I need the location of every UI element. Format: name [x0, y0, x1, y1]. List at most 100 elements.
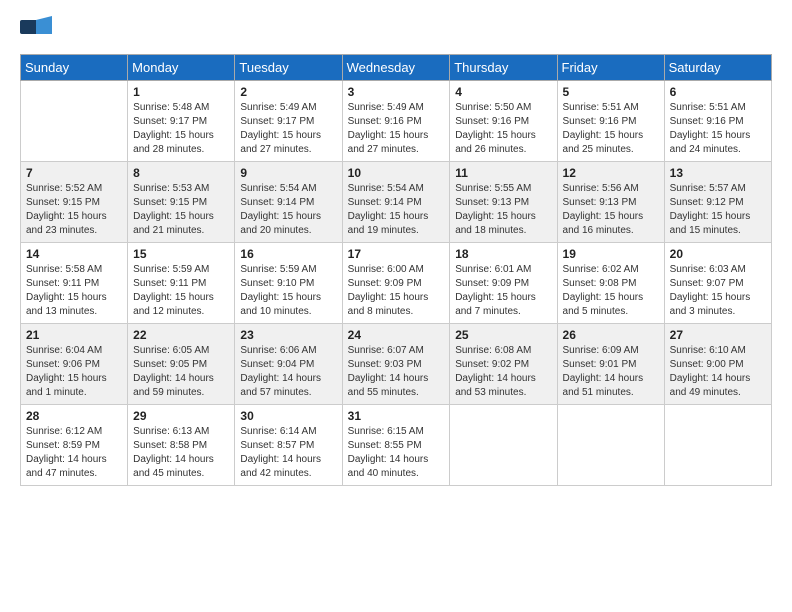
day-info: Sunrise: 5:49 AMSunset: 9:17 PMDaylight:…: [240, 101, 336, 157]
day-info: Sunrise: 5:59 AMSunset: 9:11 PMDaylight:…: [133, 263, 229, 319]
weekday-header-row: SundayMondayTuesdayWednesdayThursdayFrid…: [21, 55, 772, 81]
calendar-cell: 6Sunrise: 5:51 AMSunset: 9:16 PMDaylight…: [664, 81, 771, 162]
day-info: Sunrise: 5:52 AMSunset: 9:15 PMDaylight:…: [26, 182, 122, 238]
day-number: 4: [455, 85, 551, 99]
day-number: 8: [133, 166, 229, 180]
calendar-cell: 21 Sunrise: 6:04 AMSunset: 9:06 PMDayligh…: [21, 324, 128, 405]
day-number: 12: [563, 166, 659, 180]
day-info: Sunrise: 5:58 AMSunset: 9:11 PMDaylight:…: [26, 263, 122, 319]
calendar-cell: 29 Sunrise: 6:13 AMSunset: 8:58 PMDayligh…: [128, 405, 235, 486]
weekday-header-cell: Friday: [557, 55, 664, 81]
day-info: Sunrise: 5:51 AMSunset: 9:16 PMDaylight:…: [670, 101, 766, 157]
day-info: Sunrise: 6:04 AMSunset: 9:06 PMDaylight:…: [26, 344, 122, 400]
day-number: 15: [133, 247, 229, 261]
day-number: 17: [348, 247, 445, 261]
calendar-cell: 25Sunrise: 6:08 AMSunset: 9:02 PMDayligh…: [450, 324, 557, 405]
day-info: Sunrise: 5:51 AMSunset: 9:16 PMDaylight:…: [563, 101, 659, 157]
calendar-cell: 26 Sunrise: 6:09 AMSunset: 9:01 PMDayligh…: [557, 324, 664, 405]
calendar-cell: 4 Sunrise: 5:50 AMSunset: 9:16 PMDaylight…: [450, 81, 557, 162]
calendar-cell: 19Sunrise: 6:02 AMSunset: 9:08 PMDayligh…: [557, 243, 664, 324]
day-number: 28: [26, 409, 122, 423]
calendar-body: 1 Sunrise: 5:48 AMSunset: 9:17 PMDaylight…: [21, 81, 772, 486]
weekday-header-cell: Wednesday: [342, 55, 450, 81]
calendar-cell: 14Sunrise: 5:58 AMSunset: 9:11 PMDayligh…: [21, 243, 128, 324]
day-number: 5: [563, 85, 659, 99]
calendar-cell: 9Sunrise: 5:54 AMSunset: 9:14 PMDaylight…: [235, 162, 342, 243]
calendar-cell: 3 Sunrise: 5:49 AMSunset: 9:16 PMDaylight…: [342, 81, 450, 162]
calendar-cell: 1 Sunrise: 5:48 AMSunset: 9:17 PMDaylight…: [128, 81, 235, 162]
calendar-week-row: 1 Sunrise: 5:48 AMSunset: 9:17 PMDaylight…: [21, 81, 772, 162]
calendar-cell: [664, 405, 771, 486]
day-number: 10: [348, 166, 445, 180]
day-info: Sunrise: 6:09 AMSunset: 9:01 PMDaylight:…: [563, 344, 659, 400]
day-info: Sunrise: 6:08 AMSunset: 9:02 PMDaylight:…: [455, 344, 551, 400]
day-number: 30: [240, 409, 336, 423]
day-number: 31: [348, 409, 445, 423]
day-info: Sunrise: 5:59 AMSunset: 9:10 PMDaylight:…: [240, 263, 336, 319]
day-number: 22: [133, 328, 229, 342]
day-number: 1: [133, 85, 229, 99]
day-info: Sunrise: 6:14 AMSunset: 8:57 PMDaylight:…: [240, 425, 336, 481]
day-number: 7: [26, 166, 122, 180]
day-number: 26: [563, 328, 659, 342]
day-info: Sunrise: 5:56 AMSunset: 9:13 PMDaylight:…: [563, 182, 659, 238]
calendar-cell: 13 Sunrise: 5:57 AMSunset: 9:12 PMDayligh…: [664, 162, 771, 243]
day-number: 23: [240, 328, 336, 342]
calendar-cell: 16 Sunrise: 5:59 AMSunset: 9:10 PMDayligh…: [235, 243, 342, 324]
day-number: 27: [670, 328, 766, 342]
calendar-cell: 31 Sunrise: 6:15 AMSunset: 8:55 PMDayligh…: [342, 405, 450, 486]
day-info: Sunrise: 6:13 AMSunset: 8:58 PMDaylight:…: [133, 425, 229, 481]
calendar-cell: 11 Sunrise: 5:55 AMSunset: 9:13 PMDayligh…: [450, 162, 557, 243]
day-number: 19: [563, 247, 659, 261]
calendar-cell: [450, 405, 557, 486]
calendar-cell: 24 Sunrise: 6:07 AMSunset: 9:03 PMDayligh…: [342, 324, 450, 405]
weekday-header-cell: Monday: [128, 55, 235, 81]
calendar-cell: 28 Sunrise: 6:12 AMSunset: 8:59 PMDayligh…: [21, 405, 128, 486]
day-number: 20: [670, 247, 766, 261]
calendar-cell: 12 Sunrise: 5:56 AMSunset: 9:13 PMDayligh…: [557, 162, 664, 243]
calendar-cell: 2 Sunrise: 5:49 AMSunset: 9:17 PMDaylight…: [235, 81, 342, 162]
page: SundayMondayTuesdayWednesdayThursdayFrid…: [0, 0, 792, 612]
calendar-cell: 27Sunrise: 6:10 AMSunset: 9:00 PMDayligh…: [664, 324, 771, 405]
calendar-cell: 22 Sunrise: 6:05 AMSunset: 9:05 PMDayligh…: [128, 324, 235, 405]
day-number: 21: [26, 328, 122, 342]
day-info: Sunrise: 6:12 AMSunset: 8:59 PMDaylight:…: [26, 425, 122, 481]
calendar-cell: 18Sunrise: 6:01 AMSunset: 9:09 PMDayligh…: [450, 243, 557, 324]
day-info: Sunrise: 6:06 AMSunset: 9:04 PMDaylight:…: [240, 344, 336, 400]
weekday-header-cell: Tuesday: [235, 55, 342, 81]
day-number: 18: [455, 247, 551, 261]
calendar-cell: 20 Sunrise: 6:03 AMSunset: 9:07 PMDayligh…: [664, 243, 771, 324]
day-info: Sunrise: 5:57 AMSunset: 9:12 PMDaylight:…: [670, 182, 766, 238]
day-number: 13: [670, 166, 766, 180]
day-info: Sunrise: 6:03 AMSunset: 9:07 PMDaylight:…: [670, 263, 766, 319]
day-info: Sunrise: 6:15 AMSunset: 8:55 PMDaylight:…: [348, 425, 445, 481]
calendar-week-row: 7 Sunrise: 5:52 AMSunset: 9:15 PMDaylight…: [21, 162, 772, 243]
day-info: Sunrise: 5:50 AMSunset: 9:16 PMDaylight:…: [455, 101, 551, 157]
calendar-cell: 8Sunrise: 5:53 AMSunset: 9:15 PMDaylight…: [128, 162, 235, 243]
day-info: Sunrise: 5:49 AMSunset: 9:16 PMDaylight:…: [348, 101, 445, 157]
day-number: 11: [455, 166, 551, 180]
logo: [20, 16, 56, 46]
calendar-cell: 7 Sunrise: 5:52 AMSunset: 9:15 PMDaylight…: [21, 162, 128, 243]
calendar-cell: 15 Sunrise: 5:59 AMSunset: 9:11 PMDayligh…: [128, 243, 235, 324]
calendar-week-row: 14Sunrise: 5:58 AMSunset: 9:11 PMDayligh…: [21, 243, 772, 324]
weekday-header-cell: Saturday: [664, 55, 771, 81]
day-number: 3: [348, 85, 445, 99]
calendar-cell: 30 Sunrise: 6:14 AMSunset: 8:57 PMDayligh…: [235, 405, 342, 486]
day-info: Sunrise: 6:05 AMSunset: 9:05 PMDaylight:…: [133, 344, 229, 400]
day-number: 29: [133, 409, 229, 423]
calendar-cell: 17Sunrise: 6:00 AMSunset: 9:09 PMDayligh…: [342, 243, 450, 324]
day-info: Sunrise: 5:54 AMSunset: 9:14 PMDaylight:…: [348, 182, 445, 238]
day-info: Sunrise: 5:55 AMSunset: 9:13 PMDaylight:…: [455, 182, 551, 238]
day-info: Sunrise: 6:07 AMSunset: 9:03 PMDaylight:…: [348, 344, 445, 400]
calendar-cell: [21, 81, 128, 162]
weekday-header-cell: Thursday: [450, 55, 557, 81]
day-info: Sunrise: 5:54 AMSunset: 9:14 PMDaylight:…: [240, 182, 336, 238]
day-number: 24: [348, 328, 445, 342]
day-number: 16: [240, 247, 336, 261]
weekday-header-cell: Sunday: [21, 55, 128, 81]
calendar-cell: [557, 405, 664, 486]
day-number: 2: [240, 85, 336, 99]
calendar-week-row: 21 Sunrise: 6:04 AMSunset: 9:06 PMDayligh…: [21, 324, 772, 405]
day-info: Sunrise: 5:48 AMSunset: 9:17 PMDaylight:…: [133, 101, 229, 157]
